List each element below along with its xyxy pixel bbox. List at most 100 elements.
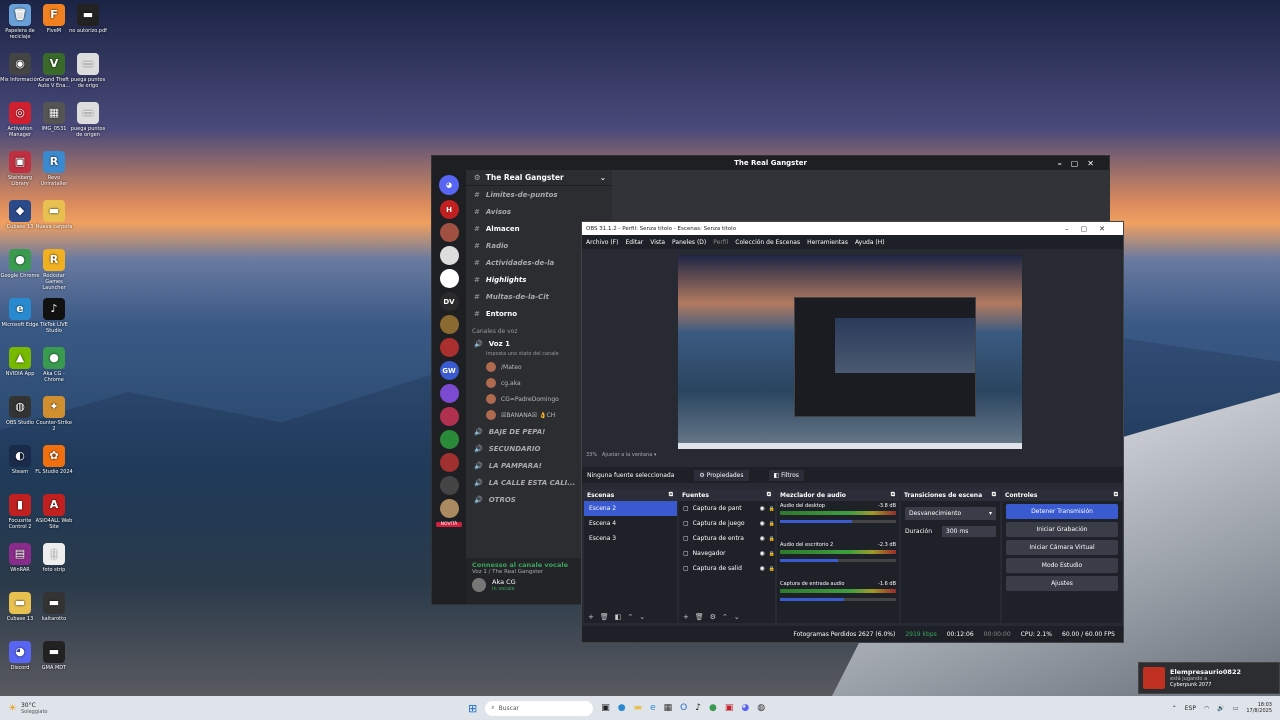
source-item[interactable]: ▢ Captura de entra ◉ 🔒 — [679, 531, 775, 546]
language[interactable]: ESP — [1185, 705, 1196, 712]
desktop-icon[interactable]: ▯ foto strip — [34, 543, 74, 573]
server-icon[interactable] — [439, 499, 459, 518]
source-item[interactable]: ▢ Captura de salid ◉ 🔒 — [679, 561, 775, 576]
lock-icon[interactable]: 🔒 — [769, 521, 775, 527]
menu-item[interactable]: Vista — [650, 239, 665, 246]
text-channel[interactable]: # Limites-de-puntos — [466, 186, 612, 203]
lock-icon[interactable]: 🔒 — [769, 566, 775, 572]
server-icon[interactable]: H — [439, 200, 459, 219]
text-channel[interactable]: # Avisos — [466, 203, 612, 220]
desktop-icon[interactable]: A ASIO4ALL Web Site — [34, 494, 74, 530]
task-view-icon[interactable]: ▣ — [601, 703, 610, 713]
mixer-title: Mezclador de audio — [780, 491, 846, 499]
tiktok-icon[interactable]: ♪ — [695, 703, 701, 713]
desktop-icon[interactable]: ▬ no autorizo.pdf — [68, 4, 108, 34]
volume-slider[interactable] — [780, 520, 896, 523]
server-icon[interactable] — [439, 407, 459, 426]
volume-slider[interactable] — [780, 598, 896, 601]
battery-icon[interactable]: ▭ — [1233, 705, 1239, 712]
properties-button[interactable]: ⚙ Propiedades — [694, 469, 749, 481]
obs-window-controls[interactable]: –▢✕ — [1065, 225, 1117, 233]
server-icon[interactable] — [439, 223, 459, 242]
chevron-up-icon[interactable]: ⌃ — [1172, 705, 1177, 712]
discord-home-icon[interactable]: ◕ — [439, 175, 459, 195]
eye-icon[interactable]: ◉ — [760, 565, 765, 572]
control-button[interactable]: Iniciar Cámara Virtual — [1006, 540, 1118, 555]
server-icon[interactable] — [439, 315, 459, 334]
server-icon[interactable]: GW — [439, 361, 459, 380]
duration-input[interactable]: 300 ms — [942, 526, 997, 537]
start-icon[interactable]: ⊞ — [468, 702, 477, 715]
source-item[interactable]: ▢ Navegador ◉ 🔒 — [679, 546, 775, 561]
obs-preview[interactable] — [678, 255, 1022, 449]
explorer-icon[interactable]: ▬ — [634, 703, 643, 713]
server-icon[interactable] — [439, 338, 459, 357]
obs-taskbar-icon[interactable]: ◍ — [757, 703, 765, 713]
volume-icon[interactable]: 🔊 — [1217, 705, 1224, 712]
desktop-icon[interactable]: ♪ TikTok LIVE Studio — [34, 298, 74, 334]
server-icon[interactable] — [439, 476, 459, 495]
search-box[interactable]: ⌕ Buscar — [485, 700, 594, 716]
server-icon[interactable] — [439, 269, 459, 288]
source-item[interactable]: ▢ Captura de pant ◉ 🔒 — [679, 501, 775, 516]
eye-icon[interactable]: ◉ — [760, 520, 765, 527]
menu-item[interactable]: Colección de Escenas — [735, 239, 800, 246]
transition-select[interactable]: Desvanecimiento ▾ — [905, 507, 996, 520]
avatar[interactable] — [472, 578, 486, 592]
menu-item[interactable]: Paneles (D) — [672, 239, 706, 246]
menu-item[interactable]: Editar — [625, 239, 643, 246]
desktop-icon[interactable]: ▭ puega puntos de origen — [68, 102, 108, 138]
copilot-icon[interactable]: ● — [618, 703, 626, 713]
desktop-icon[interactable]: R Revo Uninstaller — [34, 151, 74, 187]
source-item[interactable]: ▢ Captura de juego ◉ 🔒 — [679, 516, 775, 531]
desktop-icon[interactable]: ▬ Nueva carpeta — [34, 200, 74, 230]
zoom-bar[interactable]: 33% Ajustar a la ventana ▾ — [586, 452, 656, 458]
server-icon[interactable]: DV — [439, 292, 459, 311]
discord-notification[interactable]: Elempresaurio0822 está jugando a Cyberpu… — [1138, 662, 1280, 694]
scene-item[interactable]: Escena 2 — [584, 501, 677, 516]
menu-item[interactable]: Archivo (F) — [586, 239, 618, 246]
scene-item[interactable]: Escena 3 — [584, 531, 677, 546]
app-icon[interactable]: ▣ — [725, 703, 734, 713]
discord-taskbar-icon[interactable]: ◕ — [741, 703, 749, 713]
eye-icon[interactable]: ◉ — [760, 535, 765, 542]
chrome-icon[interactable]: ● — [709, 703, 717, 713]
lock-icon[interactable]: 🔒 — [769, 506, 775, 512]
server-icon[interactable] — [439, 453, 459, 472]
clock[interactable]: 18:03 17/8/2025 — [1246, 702, 1272, 714]
menu-item[interactable]: Perfil — [713, 239, 728, 246]
outlook-icon[interactable]: O — [680, 703, 687, 713]
menu-item[interactable]: Ayuda (H) — [855, 239, 885, 246]
scene-item[interactable]: Escena 4 — [584, 516, 677, 531]
eye-icon[interactable]: ◉ — [760, 550, 765, 557]
scene-toolbar[interactable]: +🗑◧⌃⌄ — [588, 613, 651, 621]
control-button[interactable]: Ajustes — [1006, 576, 1118, 591]
menu-item[interactable]: Herramientas — [807, 239, 848, 246]
eye-icon[interactable]: ◉ — [760, 505, 765, 512]
lock-icon[interactable]: 🔒 — [769, 551, 775, 557]
desktop-icon[interactable]: ✿ FL Studio 2024 — [34, 445, 74, 475]
desktop-icon[interactable]: ✦ Counter-Strike 2 — [34, 396, 74, 432]
wifi-icon[interactable]: ◠ — [1204, 705, 1209, 712]
server-icon[interactable] — [439, 430, 459, 449]
source-toolbar-buttons[interactable]: +🗑⚙⌃⌄ — [683, 613, 746, 621]
volume-slider[interactable] — [780, 559, 896, 562]
desktop-icon[interactable]: ● Aka CG - Chrome — [34, 347, 74, 383]
desktop-icon[interactable]: ▬ GMA MDT — [34, 641, 74, 671]
server-icon[interactable] — [439, 246, 459, 265]
desktop-icon[interactable]: ▭ puega puntos de origo — [68, 53, 108, 89]
server-icon[interactable] — [439, 384, 459, 403]
edge-icon[interactable]: e — [650, 703, 656, 713]
control-button[interactable]: Iniciar Grabación — [1006, 522, 1118, 537]
lock-icon[interactable]: 🔒 — [769, 536, 775, 542]
weather-widget[interactable]: ☀ 30°C Soleggiato — [0, 702, 140, 715]
window-controls[interactable]: –▢✕ — [1058, 159, 1103, 168]
avatar — [486, 394, 496, 404]
filters-button[interactable]: ◧ Filtros — [768, 469, 804, 481]
store-icon[interactable]: ▦ — [664, 703, 673, 713]
control-button[interactable]: Modo Estudio — [1006, 558, 1118, 573]
control-button[interactable]: Detener Transmisión — [1006, 504, 1118, 519]
desktop-icon[interactable]: R Rockstar Games Launcher — [34, 249, 74, 291]
server-header[interactable]: ⚙ The Real Gangster ⌄ — [466, 170, 612, 186]
desktop-icon[interactable]: ▬ kaitarotto — [34, 592, 74, 622]
